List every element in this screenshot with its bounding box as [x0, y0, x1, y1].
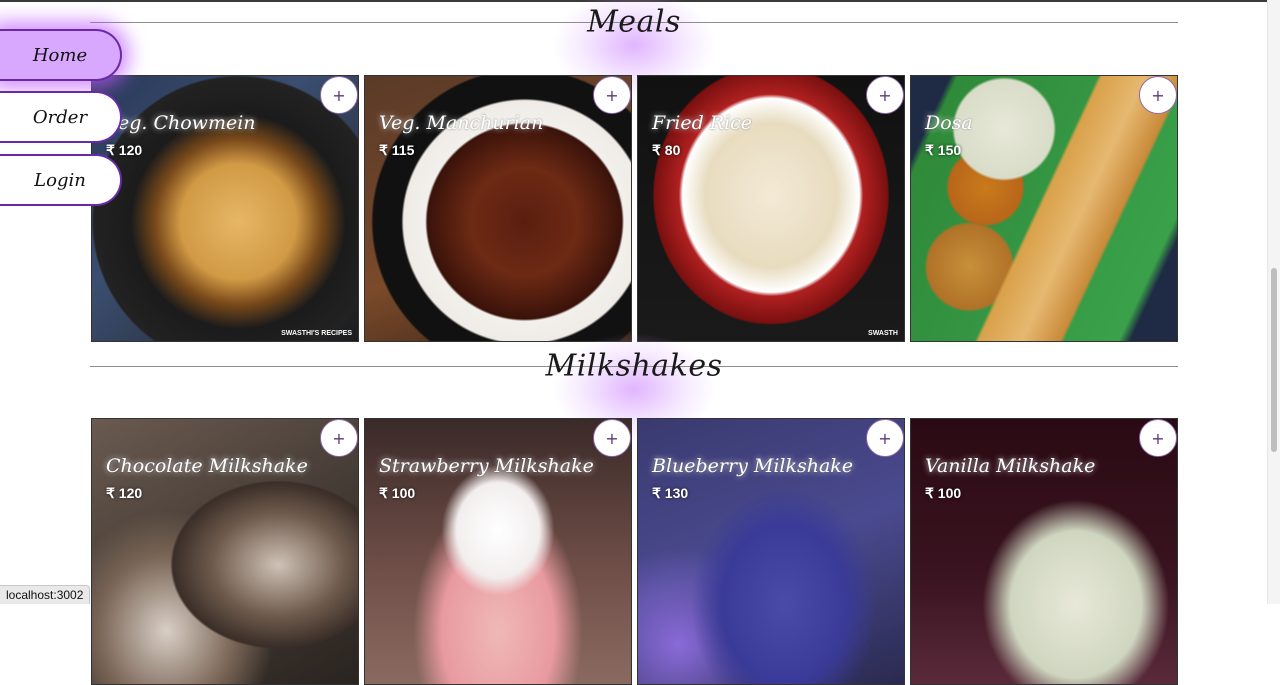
item-price: ₹ 80	[652, 142, 681, 158]
item-price: ₹ 120	[106, 485, 143, 501]
add-to-cart-button[interactable]: +	[593, 419, 631, 457]
item-price: ₹ 115	[379, 142, 415, 158]
milkshakes-section-header: Milkshakes	[90, 334, 1178, 444]
item-name: Strawberry Milkshake	[379, 455, 594, 477]
item-name: Fried Rice	[652, 112, 753, 134]
item-price: ₹ 100	[925, 485, 962, 501]
menu-card-veg-chowmein[interactable]: Veg. Chowmein ₹ 120 SWASTHI'S RECIPES +	[91, 75, 359, 342]
status-url: localhost:3002	[0, 585, 91, 604]
image-credit: SWASTH	[868, 330, 898, 337]
add-to-cart-button[interactable]: +	[320, 76, 358, 114]
menu-card-dosa[interactable]: Dosa ₹ 150 +	[910, 75, 1178, 342]
nav-order-button[interactable]: Order	[0, 91, 122, 143]
section-title-meals: Meals	[587, 4, 681, 40]
scrollbar-thumb[interactable]	[1271, 268, 1277, 452]
meals-section-header: Meals	[90, 0, 1178, 100]
nav-login-button[interactable]: Login	[0, 154, 122, 206]
add-to-cart-button[interactable]: +	[1139, 419, 1177, 457]
section-title-milkshakes: Milkshakes	[545, 348, 723, 384]
item-name: Veg. Manchurian	[379, 112, 544, 134]
item-name: Chocolate Milkshake	[106, 455, 308, 477]
add-to-cart-button[interactable]: +	[866, 76, 904, 114]
add-to-cart-button[interactable]: +	[593, 76, 631, 114]
menu-card-strawberry-milkshake[interactable]: Strawberry Milkshake ₹ 100 +	[364, 418, 632, 685]
item-name: Vanilla Milkshake	[925, 455, 1096, 477]
menu-card-chocolate-milkshake[interactable]: Chocolate Milkshake ₹ 120 +	[91, 418, 359, 685]
add-to-cart-button[interactable]: +	[866, 419, 904, 457]
item-price: ₹ 130	[652, 485, 689, 501]
item-name: Dosa	[925, 112, 973, 134]
nav-home-button[interactable]: Home	[0, 29, 122, 81]
item-price: ₹ 150	[925, 142, 962, 158]
add-to-cart-button[interactable]: +	[320, 419, 358, 457]
menu-card-veg-manchurian[interactable]: Veg. Manchurian ₹ 115 +	[364, 75, 632, 342]
item-price: ₹ 100	[379, 485, 416, 501]
add-to-cart-button[interactable]: +	[1139, 76, 1177, 114]
vertical-scrollbar[interactable]	[1267, 0, 1280, 604]
menu-card-fried-rice[interactable]: Fried Rice ₹ 80 SWASTH +	[637, 75, 905, 342]
image-credit: SWASTHI'S RECIPES	[281, 330, 352, 337]
item-name: Veg. Chowmein	[106, 112, 256, 134]
menu-card-blueberry-milkshake[interactable]: Blueberry Milkshake ₹ 130 +	[637, 418, 905, 685]
item-name: Blueberry Milkshake	[652, 455, 854, 477]
menu-card-vanilla-milkshake[interactable]: Vanilla Milkshake ₹ 100 +	[910, 418, 1178, 685]
item-price: ₹ 120	[106, 142, 143, 158]
